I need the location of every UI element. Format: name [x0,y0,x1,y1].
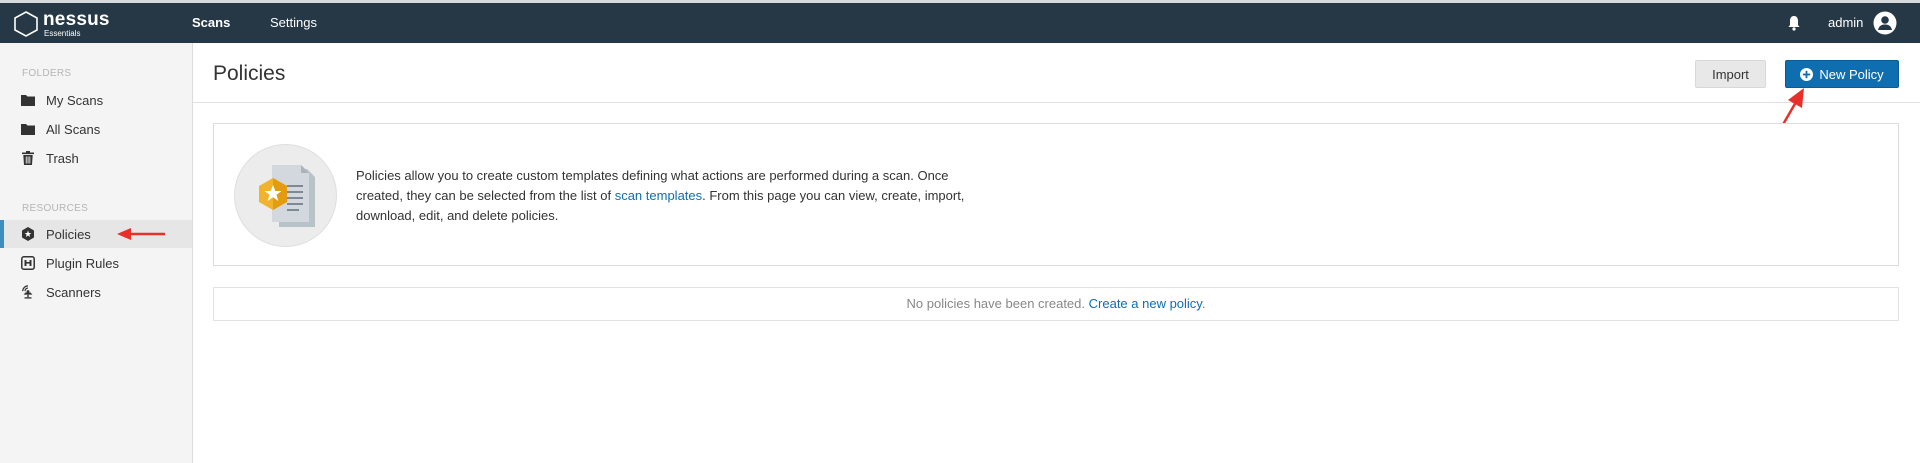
sidebar-item-label: Trash [46,150,79,166]
nav-scans[interactable]: Scans [192,3,230,43]
shield-icon [21,227,35,241]
user-menu-name[interactable]: admin [1828,3,1863,43]
notifications-bell-icon[interactable] [1786,14,1802,32]
folders-heading: FOLDERS [22,68,72,79]
page-title: Policies [213,62,286,85]
nessus-hexagon-icon [14,11,38,37]
trash-icon [21,151,35,165]
resources-heading: RESOURCES [22,203,89,214]
scan-templates-link[interactable]: scan templates [615,188,702,203]
top-navigation-bar: nessus Essentials Scans Settings admin [0,0,1920,43]
sidebar-item-plugin-rules[interactable]: Plugin Rules [0,249,192,277]
period: . [1201,296,1206,311]
sidebar-item-all-scans[interactable]: All Scans [0,115,192,143]
policy-illustration-icon [234,144,337,247]
sidebar-item-trash[interactable]: Trash [0,144,192,172]
sidebar-item-label: Plugin Rules [46,255,119,271]
logo-edition: Essentials [44,29,81,38]
create-policy-link[interactable]: Create a new policy [1089,296,1202,311]
sidebar-item-label: Policies [46,226,91,242]
user-avatar-icon[interactable] [1873,11,1897,35]
new-policy-label: New Policy [1819,66,1884,82]
import-button[interactable]: Import [1695,60,1766,88]
page-header: Policies Import New Policy [193,43,1920,103]
sidebar-item-label: My Scans [46,92,104,108]
new-policy-button[interactable]: New Policy [1785,60,1899,88]
scanner-icon [21,285,35,299]
plus-circle-icon [1800,67,1814,81]
sidebar-item-label: Scanners [46,284,101,300]
policies-info-panel: Policies allow you to create custom temp… [213,123,1899,266]
logo-name: nessus [43,9,110,30]
folder-icon [21,122,35,136]
sidebar-item-scanners[interactable]: Scanners [0,278,192,306]
empty-policies-message: No policies have been created. Create a … [213,287,1899,321]
sidebar-item-policies[interactable]: Policies [0,220,192,248]
folder-icon [21,93,35,107]
policies-description: Policies allow you to create custom temp… [356,166,976,226]
sidebar-item-label: All Scans [46,121,101,137]
nav-settings[interactable]: Settings [270,3,317,43]
plugin-rules-icon [21,256,35,270]
sidebar-item-my-scans[interactable]: My Scans [0,86,192,114]
nessus-logo[interactable]: nessus Essentials [12,7,122,41]
empty-text: No policies have been created. [906,296,1086,311]
sidebar: FOLDERS My Scans All Scans Trash RESOURC… [0,43,193,463]
